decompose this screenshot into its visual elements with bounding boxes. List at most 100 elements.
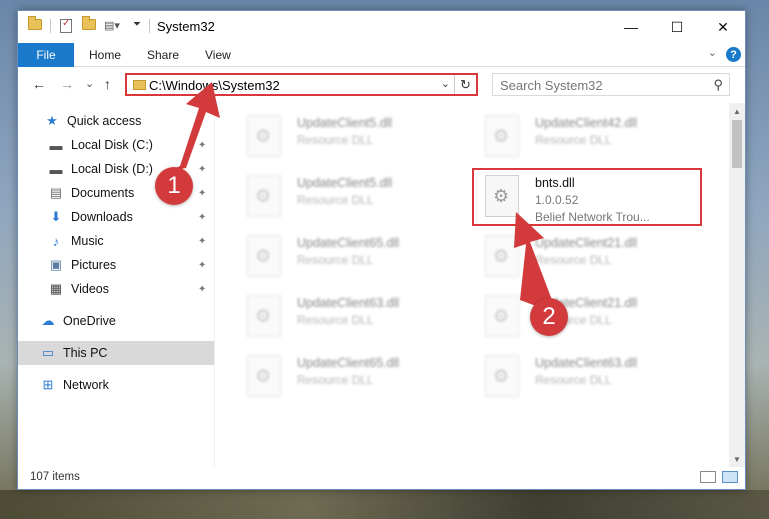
file-name: UpdateClient65.dll — [297, 236, 400, 250]
explorer-window: ▤▾ ⏷ System32 — ☐ ✕ File Home Share View… — [17, 10, 746, 490]
forward-button[interactable]: → — [60, 76, 74, 92]
close-button[interactable]: ✕ — [700, 11, 745, 43]
up-button[interactable]: ↑ — [104, 76, 111, 92]
title-bar: ▤▾ ⏷ System32 — ☐ ✕ — [18, 11, 745, 43]
dll-file-icon — [485, 115, 519, 157]
sidebar-item-videos[interactable]: ▦ Videos ✦ — [18, 277, 214, 301]
videos-icon: ▦ — [49, 281, 63, 296]
address-path[interactable]: C:\Windows\System32 — [149, 78, 280, 93]
sidebar-item-network[interactable]: ⊞ Network — [18, 373, 214, 397]
file-item[interactable]: UpdateClient65.dll Resource DLL — [235, 347, 465, 403]
sidebar-item-quick-access[interactable]: ★ Quick access — [18, 109, 214, 133]
details-view-icon[interactable] — [700, 471, 716, 483]
dll-file-icon — [485, 295, 519, 337]
sidebar-item-onedrive[interactable]: ☁ OneDrive — [18, 309, 214, 333]
scrollbar-thumb[interactable] — [732, 120, 742, 168]
file-item[interactable]: UpdateClient63.dll Resource DLL — [235, 287, 465, 343]
pin-icon: ✦ — [198, 259, 207, 271]
dll-file-icon — [247, 175, 281, 217]
search-input[interactable]: Search System32 ⚲ — [492, 73, 730, 96]
file-item[interactable]: UpdateClient63.dll Resource DLL — [473, 347, 703, 403]
pin-icon: ✦ — [198, 139, 207, 151]
dll-file-icon — [485, 235, 519, 277]
help-icon[interactable]: ? — [726, 47, 741, 62]
window-folder-icon — [28, 16, 42, 30]
refresh-button[interactable]: ↻ — [454, 75, 476, 94]
quick-access-dropdown-icon[interactable]: ⏷ — [133, 19, 141, 30]
sidebar-item-music[interactable]: ♪ Music ✦ — [18, 229, 214, 253]
item-count: 107 items — [30, 471, 80, 483]
sidebar-item-label: Local Disk (C:) — [71, 138, 153, 152]
pin-icon: ✦ — [198, 283, 207, 295]
download-icon: ⬇ — [50, 209, 62, 224]
star-icon: ★ — [46, 113, 58, 128]
sidebar-item-label: Network — [63, 378, 109, 392]
properties-icon[interactable] — [60, 18, 72, 33]
dll-file-icon — [485, 355, 519, 397]
file-name: UpdateClient42.dll — [535, 116, 638, 130]
drive-icon: ▬ — [49, 161, 63, 177]
scroll-down-icon[interactable]: ▼ — [729, 451, 745, 467]
file-name: UpdateClient5.dll — [297, 176, 393, 190]
file-item[interactable]: UpdateClient65.dll Resource DLL — [235, 227, 465, 283]
sidebar-item-local-disk-c[interactable]: ▬ Local Disk (C:) ✦ — [18, 133, 214, 157]
file-type: Resource DLL — [297, 133, 374, 147]
file-type: Resource DLL — [297, 373, 374, 387]
file-type: Resource DLL — [297, 313, 374, 327]
pin-icon: ✦ — [198, 187, 207, 199]
pictures-icon: ▣ — [49, 257, 63, 272]
minimize-button[interactable]: — — [608, 11, 654, 43]
separator — [149, 19, 150, 33]
folder-icon — [133, 80, 146, 90]
recent-locations-button[interactable]: ⌄ — [85, 77, 94, 90]
tab-file[interactable]: File — [18, 43, 74, 67]
tab-home[interactable]: Home — [89, 43, 121, 67]
network-icon: ⊞ — [42, 377, 54, 392]
customize-toolbar-icon[interactable]: ▤▾ — [104, 19, 120, 32]
back-button[interactable]: ← — [32, 76, 46, 92]
vertical-scrollbar[interactable]: ▲ ▼ — [729, 103, 745, 467]
file-type: Resource DLL — [297, 193, 374, 207]
sidebar-item-downloads[interactable]: ⬇ Downloads ✦ — [18, 205, 214, 229]
sidebar-item-label: Music — [71, 234, 104, 248]
file-type: Resource DLL — [535, 253, 612, 267]
file-item[interactable]: UpdateClient5.dll Resource DLL — [235, 167, 465, 223]
address-bar[interactable]: C:\Windows\System32 ⌄ ↻ — [125, 73, 478, 96]
new-folder-icon[interactable] — [82, 16, 96, 30]
file-item[interactable]: UpdateClient21.dll Resource DLL — [473, 287, 703, 343]
step-2-badge: 2 — [530, 298, 568, 336]
search-icon[interactable]: ⚲ — [713, 77, 723, 93]
ribbon-tabs: File Home Share View ⌄ ? — [18, 43, 745, 67]
maximize-button[interactable]: ☐ — [654, 11, 700, 43]
highlight-box-bnts — [472, 168, 702, 226]
dll-file-icon — [247, 115, 281, 157]
file-type: Resource DLL — [297, 253, 374, 267]
music-icon: ♪ — [52, 233, 60, 249]
navigation-pane: ★ Quick access ▬ Local Disk (C:) ✦ ▬ Loc… — [18, 107, 214, 467]
tab-share[interactable]: Share — [147, 43, 179, 67]
file-item[interactable]: UpdateClient42.dll Resource DLL — [473, 107, 703, 163]
search-placeholder: Search System32 — [500, 78, 603, 93]
pane-divider[interactable] — [214, 107, 215, 469]
cloud-icon: ☁ — [41, 313, 55, 328]
file-item[interactable]: UpdateClient5.dll Resource DLL — [235, 107, 465, 163]
address-dropdown-icon[interactable]: ⌄ — [441, 77, 450, 90]
drive-icon: ▬ — [49, 137, 63, 153]
navigation-bar: ← → ⌄ ↑ C:\Windows\System32 ⌄ ↻ Search S… — [18, 68, 745, 102]
dll-file-icon — [247, 295, 281, 337]
dll-file-icon — [247, 355, 281, 397]
pin-icon: ✦ — [198, 235, 207, 247]
sidebar-item-label: This PC — [63, 346, 108, 360]
tab-view[interactable]: View — [205, 43, 231, 67]
expand-ribbon-icon[interactable]: ⌄ — [708, 46, 717, 59]
sidebar-item-label: Downloads — [71, 210, 133, 224]
file-item[interactable]: UpdateClient21.dll Resource DLL — [473, 227, 703, 283]
sidebar-item-pictures[interactable]: ▣ Pictures ✦ — [18, 253, 214, 277]
dll-file-icon — [247, 235, 281, 277]
pin-icon: ✦ — [198, 211, 207, 223]
sidebar-item-label: OneDrive — [63, 314, 116, 328]
sidebar-item-this-pc[interactable]: ▭ This PC — [18, 341, 214, 365]
tiles-view-icon[interactable] — [722, 471, 738, 483]
scroll-up-icon[interactable]: ▲ — [729, 103, 745, 119]
sidebar-item-label: Documents — [71, 186, 135, 200]
